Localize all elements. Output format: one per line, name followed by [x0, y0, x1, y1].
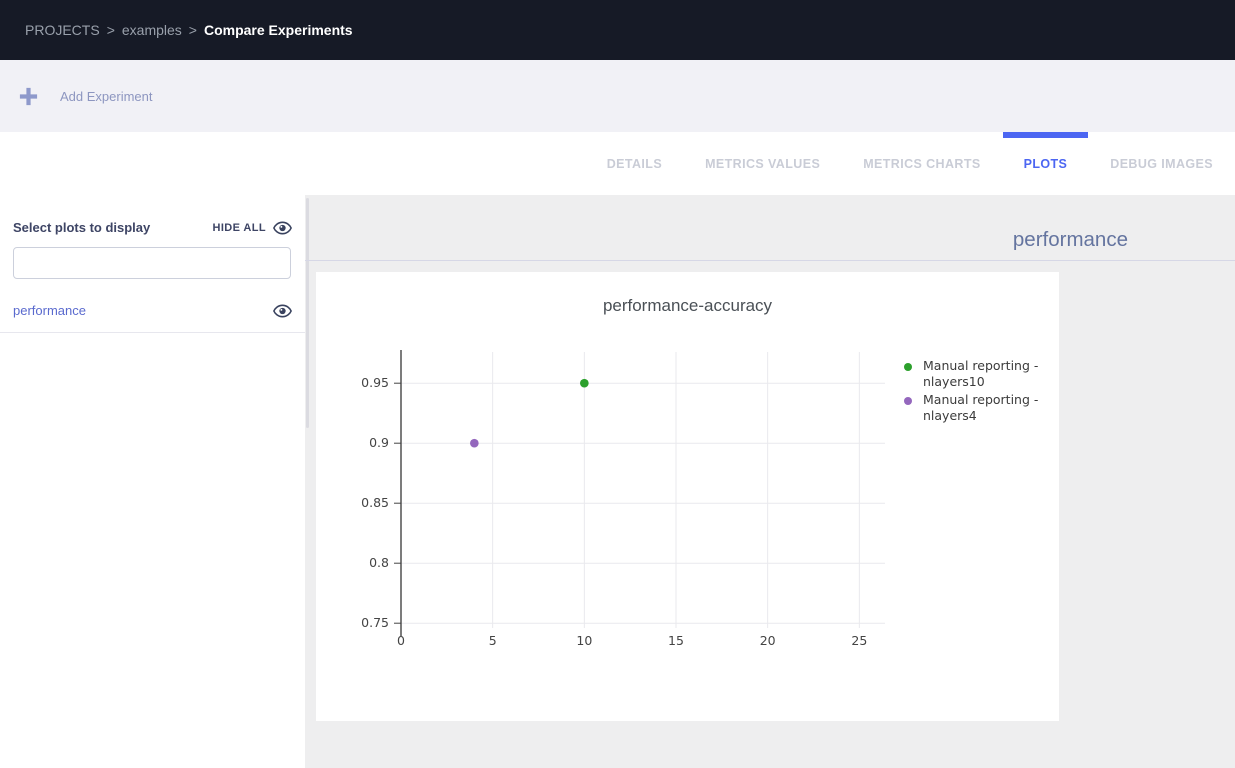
plot-group-header: performance: [305, 195, 1235, 261]
tab-metrics-charts[interactable]: METRICS CHARTS: [863, 132, 980, 195]
svg-text:0.75: 0.75: [361, 615, 389, 630]
chart-title: performance-accuracy: [316, 296, 1059, 316]
legend-label: Manual reporting - nlayers4: [923, 392, 1041, 424]
hide-all-label: HIDE ALL: [212, 222, 266, 234]
svg-text:0: 0: [397, 633, 405, 648]
content-area: Select plots to display HIDE ALL perform…: [0, 195, 1235, 768]
tab-details[interactable]: DETAILS: [607, 132, 662, 195]
svg-text:0.95: 0.95: [361, 375, 389, 390]
add-experiment-button[interactable]: Add Experiment: [18, 86, 153, 107]
top-navbar: PROJECTS > examples > Compare Experiment…: [0, 0, 1235, 60]
sidebar-item-performance[interactable]: performance: [0, 303, 305, 333]
plot-filter-input[interactable]: [13, 247, 291, 279]
breadcrumb-current-page: Compare Experiments: [204, 22, 353, 38]
svg-text:15: 15: [668, 633, 684, 648]
tab-plots[interactable]: PLOTS: [1024, 132, 1068, 195]
legend-entry[interactable]: Manual reporting - nlayers4: [904, 392, 1044, 424]
sidebar-title: Select plots to display: [13, 220, 150, 235]
breadcrumb-separator: >: [189, 22, 197, 38]
svg-text:0.85: 0.85: [361, 495, 389, 510]
svg-text:25: 25: [851, 633, 867, 648]
svg-text:0.9: 0.9: [369, 435, 389, 450]
eye-icon: [273, 221, 292, 235]
plots-sidebar: Select plots to display HIDE ALL perform…: [0, 195, 305, 768]
breadcrumb-separator: >: [107, 22, 115, 38]
plot-item-label: performance: [13, 303, 86, 318]
svg-text:20: 20: [760, 633, 776, 648]
legend-label: Manual reporting - nlayers10: [923, 358, 1041, 390]
add-experiment-label: Add Experiment: [60, 89, 153, 104]
chart-legend: Manual reporting - nlayers10Manual repor…: [904, 358, 1044, 426]
svg-text:10: 10: [576, 633, 592, 648]
tab-metrics-values[interactable]: METRICS VALUES: [705, 132, 820, 195]
legend-marker-icon: [904, 397, 912, 405]
plot-svg[interactable]: 0.75 0.8 0.85 0.9 0.95 0 5 10 15 20 25: [316, 272, 1059, 721]
plus-icon: [18, 86, 39, 107]
svg-text:5: 5: [489, 633, 497, 648]
plots-panel: performance 0.75 0.8 0.85 0.9 0.95 0 5 10 15 20 25…: [305, 195, 1235, 768]
plot-group-title: performance: [1013, 228, 1128, 252]
hide-all-button[interactable]: HIDE ALL: [212, 221, 292, 235]
breadcrumb-projects[interactable]: PROJECTS: [25, 22, 100, 38]
tab-debug-images[interactable]: DEBUG IMAGES: [1110, 132, 1213, 195]
svg-text:0.8: 0.8: [369, 555, 389, 570]
legend-entry[interactable]: Manual reporting - nlayers10: [904, 358, 1044, 390]
breadcrumb-examples[interactable]: examples: [122, 22, 182, 38]
toolbar: Add Experiment: [0, 60, 1235, 132]
eye-icon[interactable]: [273, 304, 292, 318]
tab-bar: DETAILS METRICS VALUES METRICS CHARTS PL…: [0, 132, 1235, 195]
chart-card: 0.75 0.8 0.85 0.9 0.95 0 5 10 15 20 25 performance…: [316, 272, 1059, 721]
legend-marker-icon: [904, 363, 912, 371]
breadcrumb: PROJECTS > examples > Compare Experiment…: [25, 22, 353, 38]
